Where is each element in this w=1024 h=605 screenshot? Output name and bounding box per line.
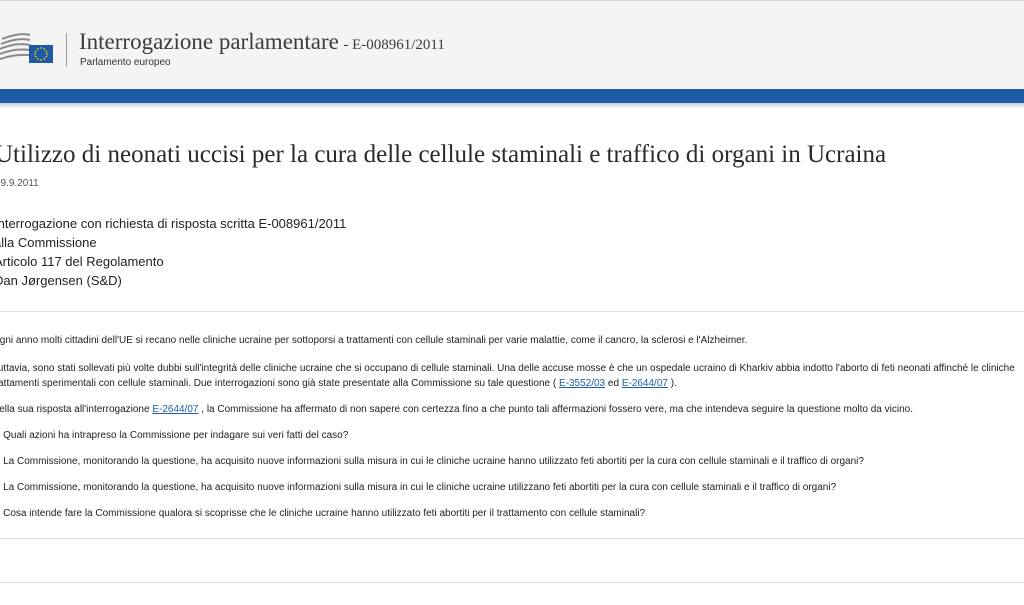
paragraph-3: Nella sua risposta all'interrogazione E-…	[0, 402, 1024, 417]
document-meta: Interrogazione con richiesta di risposta…	[0, 214, 346, 290]
footer-separator	[0, 582, 1024, 583]
logo-divider	[66, 33, 67, 67]
question-2: 2. La Commissione, monitorando la questi…	[0, 456, 864, 467]
paragraph-2-line-1: Tuttavia, sono stati sollevati più volte…	[0, 363, 1015, 374]
page-title: Utilizzo di neonati uccisi per la cura d…	[0, 141, 887, 168]
link-e-3552-03[interactable]: E-3552/03	[559, 378, 605, 389]
site-subtitle: Parlamento europeo	[80, 57, 171, 68]
meta-separator	[0, 311, 1024, 312]
site-title-reference: - E-008961/2011	[343, 37, 445, 53]
meta-recipient: alla Commissione	[0, 235, 97, 250]
paragraph-2-line-2: trattamenti sperimentali con cellule sta…	[0, 376, 1024, 391]
question-body: Ogni anno molti cittadini dell'UE si rec…	[0, 333, 1024, 521]
link-e-2644-07-answer[interactable]: E-2644/07	[152, 404, 198, 415]
document-date: 19.9.2011	[0, 178, 39, 189]
header-blue-bar	[0, 89, 1024, 103]
question-3: 3. La Commissione, monitorando la questi…	[0, 482, 837, 493]
site-header: Interrogazione parlamentare - E-008961/2…	[0, 0, 1024, 89]
paragraph-3-text-before: Nella sua risposta all'interrogazione	[0, 404, 150, 415]
paragraph-2-conjunction: ed	[607, 378, 620, 389]
site-title: Interrogazione parlamentare - E-008961/2…	[79, 29, 445, 55]
paragraph-3-text-after: , la Commissione ha affermato di non sap…	[201, 404, 913, 415]
meta-author: Dan Jørgensen (S&D)	[0, 273, 122, 288]
question-1: 1. Quali azioni ha intrapreso la Commiss…	[0, 430, 349, 441]
body-separator	[0, 538, 1024, 539]
paragraph-1: Ogni anno molti cittadini dell'UE si rec…	[0, 335, 748, 346]
european-parliament-logo-icon[interactable]	[0, 31, 56, 67]
site-title-main: Interrogazione parlamentare	[79, 29, 339, 54]
paragraph-2-end: ).	[670, 378, 677, 389]
meta-rule: Articolo 117 del Regolamento	[0, 254, 164, 269]
meta-type: Interrogazione con richiesta di risposta…	[0, 216, 347, 231]
paragraph-2-text: trattamenti sperimentali con cellule sta…	[0, 378, 557, 389]
link-e-2644-07[interactable]: E-2644/07	[622, 378, 668, 389]
header-bar-shadow	[0, 103, 1024, 109]
question-4: 4. Cosa intende fare la Commissione qual…	[0, 508, 646, 519]
